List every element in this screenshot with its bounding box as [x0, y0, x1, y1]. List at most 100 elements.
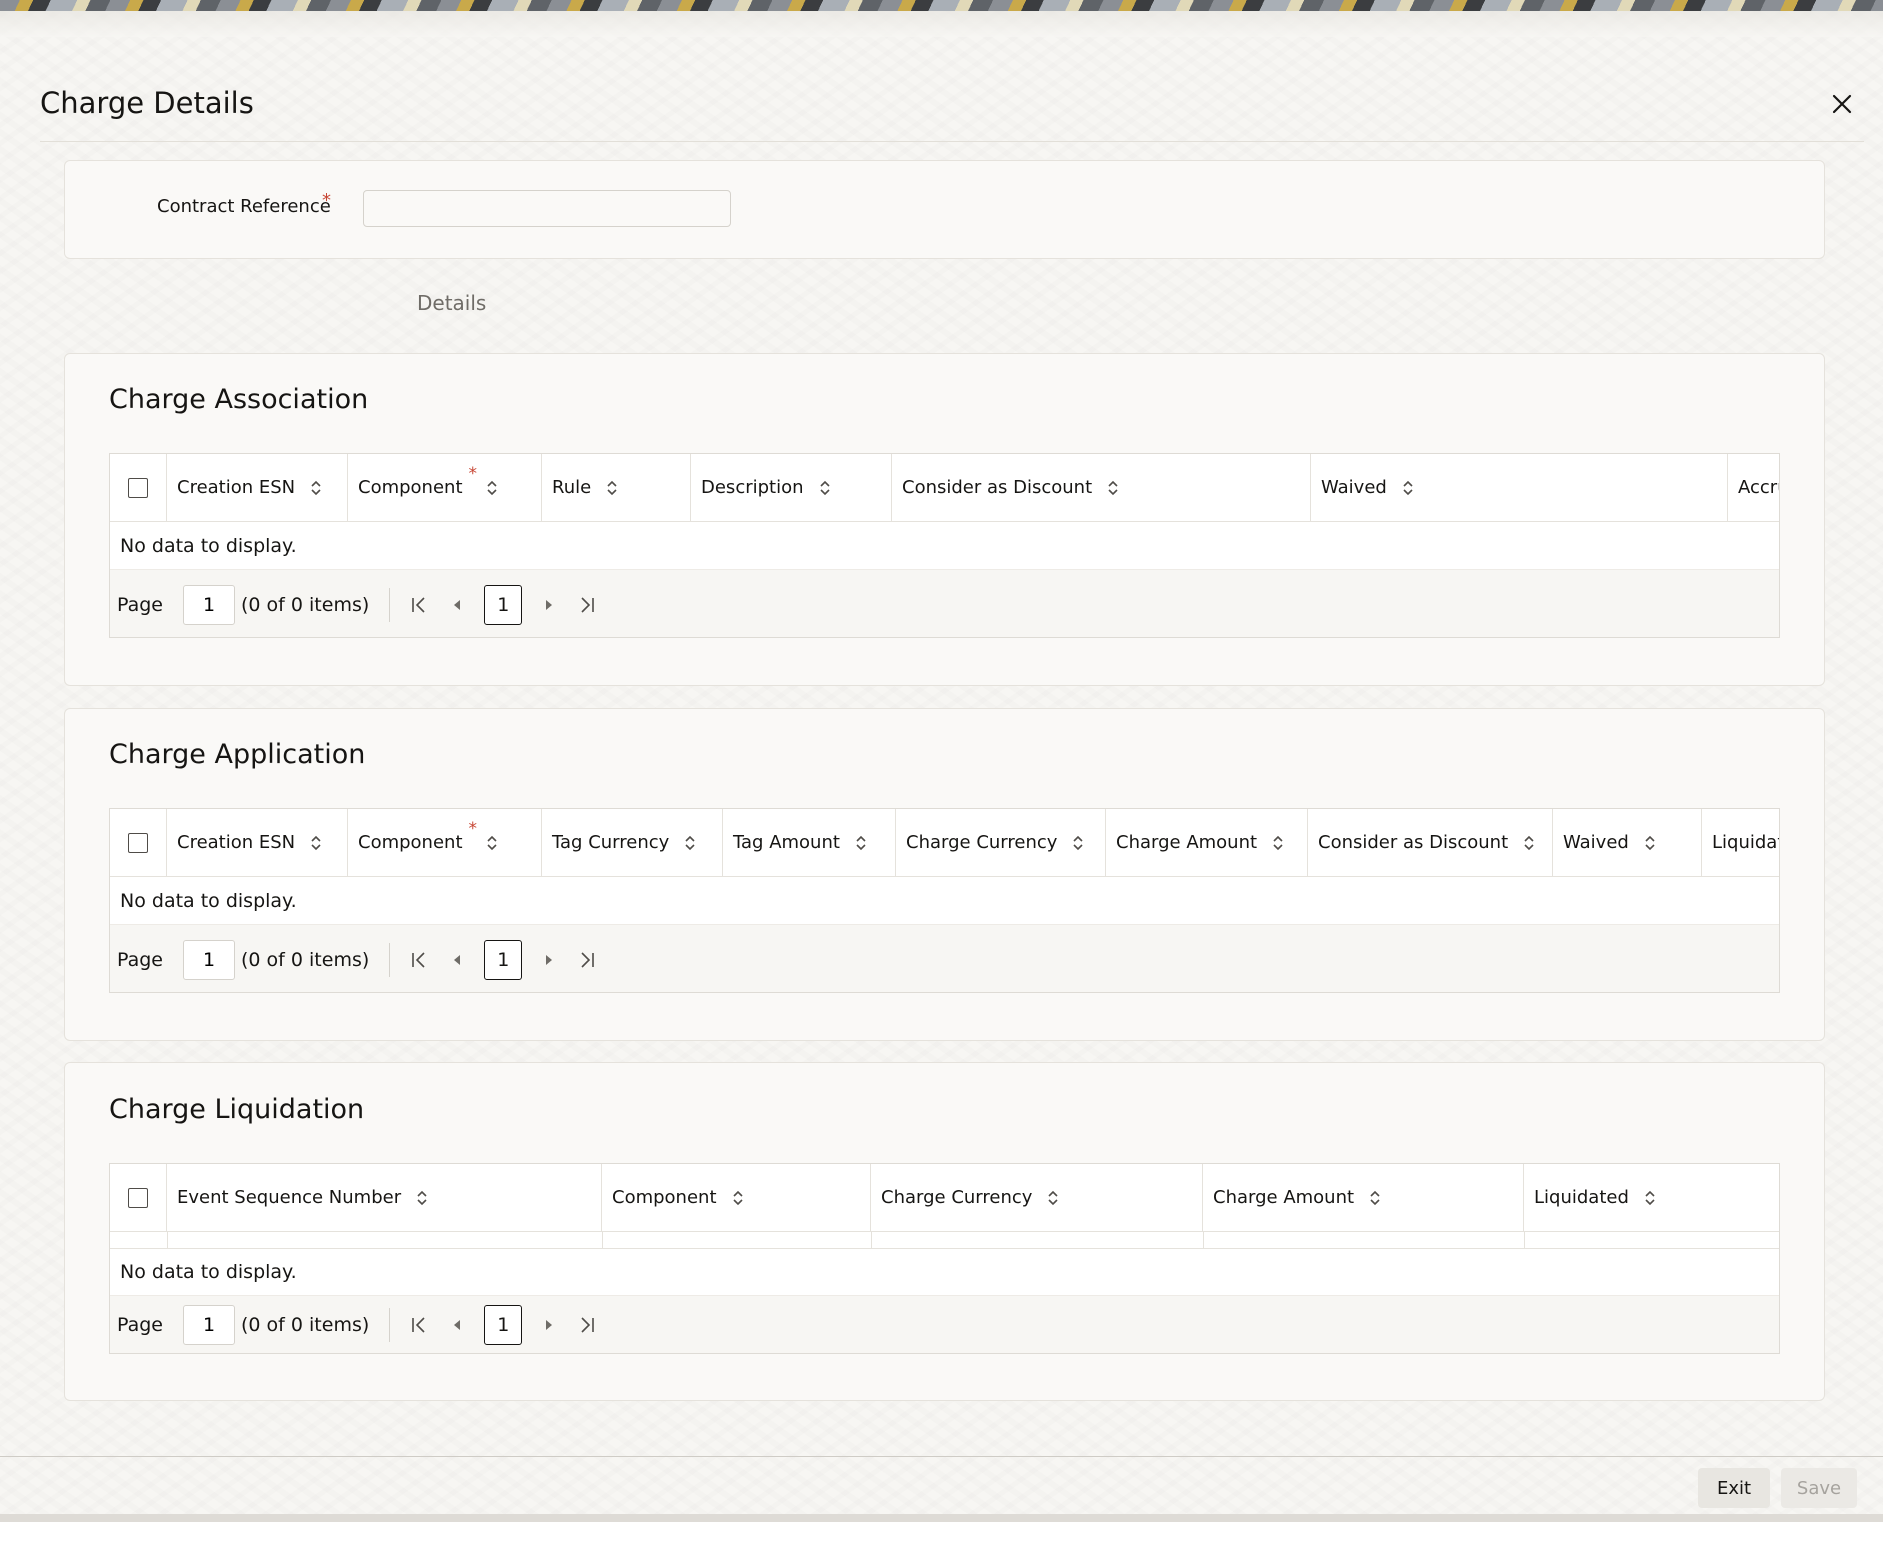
tab-details[interactable]: Details — [417, 291, 486, 315]
page-number-input[interactable] — [183, 939, 235, 980]
col-description[interactable]: Description — [691, 454, 892, 521]
col-tag-currency[interactable]: Tag Currency — [542, 809, 723, 876]
save-button[interactable]: Save — [1781, 1468, 1857, 1508]
page-label: Page — [117, 1313, 163, 1336]
first-page-icon[interactable] — [408, 594, 430, 616]
last-page-icon[interactable] — [576, 949, 598, 971]
column-label: Charge Currency — [881, 1187, 1033, 1208]
page-number-input[interactable] — [183, 584, 235, 625]
select-all-checkbox[interactable] — [128, 1187, 148, 1208]
sort-icon[interactable] — [1368, 1189, 1382, 1207]
contract-reference-input[interactable] — [363, 190, 731, 227]
sort-icon[interactable] — [1643, 1189, 1657, 1207]
empty-message: No data to display. — [110, 522, 1779, 569]
col-waived[interactable]: Waived — [1311, 454, 1728, 521]
col-component[interactable]: Component * — [348, 454, 542, 521]
sort-icon[interactable] — [1643, 834, 1657, 852]
col-charge-amount[interactable]: Charge Amount — [1203, 1164, 1524, 1231]
col-accru[interactable]: Accru — [1728, 454, 1779, 521]
column-label: Charge Amount — [1213, 1187, 1355, 1208]
col-liquidated[interactable]: Liquidat — [1702, 809, 1780, 876]
next-page-icon[interactable] — [538, 949, 560, 971]
sort-icon[interactable] — [1522, 834, 1536, 852]
pager-divider — [389, 587, 391, 622]
select-all-checkbox[interactable] — [128, 832, 148, 853]
sort-icon[interactable] — [605, 479, 619, 497]
sort-icon[interactable] — [485, 479, 499, 497]
banner-shade — [0, 11, 1883, 37]
col-charge-amount[interactable]: Charge Amount — [1106, 809, 1308, 876]
col-waived[interactable]: Waived — [1553, 809, 1702, 876]
sort-icon[interactable] — [1271, 834, 1285, 852]
charge-application-grid: Creation ESN Component * Tag Currency Ta… — [109, 808, 1780, 993]
cell-divider — [1524, 1232, 1525, 1248]
col-creation-esn[interactable]: Creation ESN — [167, 809, 348, 876]
sort-icon[interactable] — [1401, 479, 1415, 497]
cell-divider — [871, 1232, 872, 1248]
first-page-icon[interactable] — [408, 1314, 430, 1336]
previous-page-icon[interactable] — [446, 949, 468, 971]
col-event-sequence-number[interactable]: Event Sequence Number — [167, 1164, 602, 1231]
spacer-row — [110, 1232, 1779, 1249]
col-rule[interactable]: Rule — [542, 454, 691, 521]
select-all-checkbox[interactable] — [128, 477, 148, 498]
sort-icon[interactable] — [1106, 479, 1120, 497]
cell-divider — [602, 1232, 603, 1248]
items-count: (0 of 0 items) — [241, 1313, 370, 1336]
current-page: 1 — [484, 939, 523, 980]
column-label: Component — [358, 477, 463, 498]
sort-icon[interactable] — [309, 834, 323, 852]
exit-button[interactable]: Exit — [1698, 1468, 1770, 1508]
sort-icon[interactable] — [309, 479, 323, 497]
page-number-input[interactable] — [183, 1304, 235, 1345]
column-label: Waived — [1321, 477, 1387, 498]
column-label: Tag Amount — [733, 832, 840, 853]
column-label: Charge Currency — [906, 832, 1058, 853]
col-charge-currency[interactable]: Charge Currency — [871, 1164, 1203, 1231]
col-consider-as-discount[interactable]: Consider as Discount — [892, 454, 1311, 521]
col-creation-esn[interactable]: Creation ESN — [167, 454, 348, 521]
sort-icon[interactable] — [415, 1189, 429, 1207]
required-marker: * — [468, 818, 478, 839]
sort-icon[interactable] — [485, 834, 499, 852]
sort-icon[interactable] — [1071, 834, 1085, 852]
column-label: Description — [701, 477, 804, 498]
charge-liquidation-title: Charge Liquidation — [109, 1094, 365, 1125]
col-consider-as-discount[interactable]: Consider as Discount — [1308, 809, 1553, 876]
sort-icon[interactable] — [1046, 1189, 1060, 1207]
last-page-icon[interactable] — [576, 1314, 598, 1336]
grid-header: Event Sequence Number Component Charge C… — [110, 1164, 1779, 1232]
sort-icon[interactable] — [818, 479, 832, 497]
top-banner — [0, 0, 1883, 11]
page-label: Page — [117, 948, 163, 971]
next-page-icon[interactable] — [538, 1314, 560, 1336]
last-page-icon[interactable] — [576, 594, 598, 616]
col-tag-amount[interactable]: Tag Amount — [723, 809, 896, 876]
sort-icon[interactable] — [854, 834, 868, 852]
column-label: Creation ESN — [177, 832, 296, 853]
required-marker: * — [322, 190, 331, 211]
sort-icon[interactable] — [683, 834, 697, 852]
pager: Page (0 of 0 items) 1 — [110, 569, 1779, 637]
column-label: Charge Amount — [1116, 832, 1258, 853]
title-divider — [40, 141, 1864, 142]
column-label: Rule — [552, 477, 592, 498]
close-button[interactable] — [1826, 88, 1858, 120]
pager-divider — [389, 942, 391, 977]
column-label: Component — [358, 832, 463, 853]
col-component[interactable]: Component * — [348, 809, 542, 876]
col-component[interactable]: Component — [602, 1164, 871, 1231]
charge-details-window: Charge Details Contract Reference * Deta… — [0, 0, 1883, 1522]
previous-page-icon[interactable] — [446, 1314, 468, 1336]
items-count: (0 of 0 items) — [241, 593, 370, 616]
sort-icon[interactable] — [731, 1189, 745, 1207]
next-page-icon[interactable] — [538, 594, 560, 616]
column-label: Tag Currency — [552, 832, 670, 853]
column-label: Liquidat — [1712, 832, 1780, 853]
col-liquidated[interactable]: Liquidated — [1524, 1164, 1779, 1231]
col-charge-currency[interactable]: Charge Currency — [896, 809, 1106, 876]
previous-page-icon[interactable] — [446, 594, 468, 616]
empty-message: No data to display. — [110, 1249, 1779, 1295]
cell-divider — [167, 1232, 168, 1248]
first-page-icon[interactable] — [408, 949, 430, 971]
